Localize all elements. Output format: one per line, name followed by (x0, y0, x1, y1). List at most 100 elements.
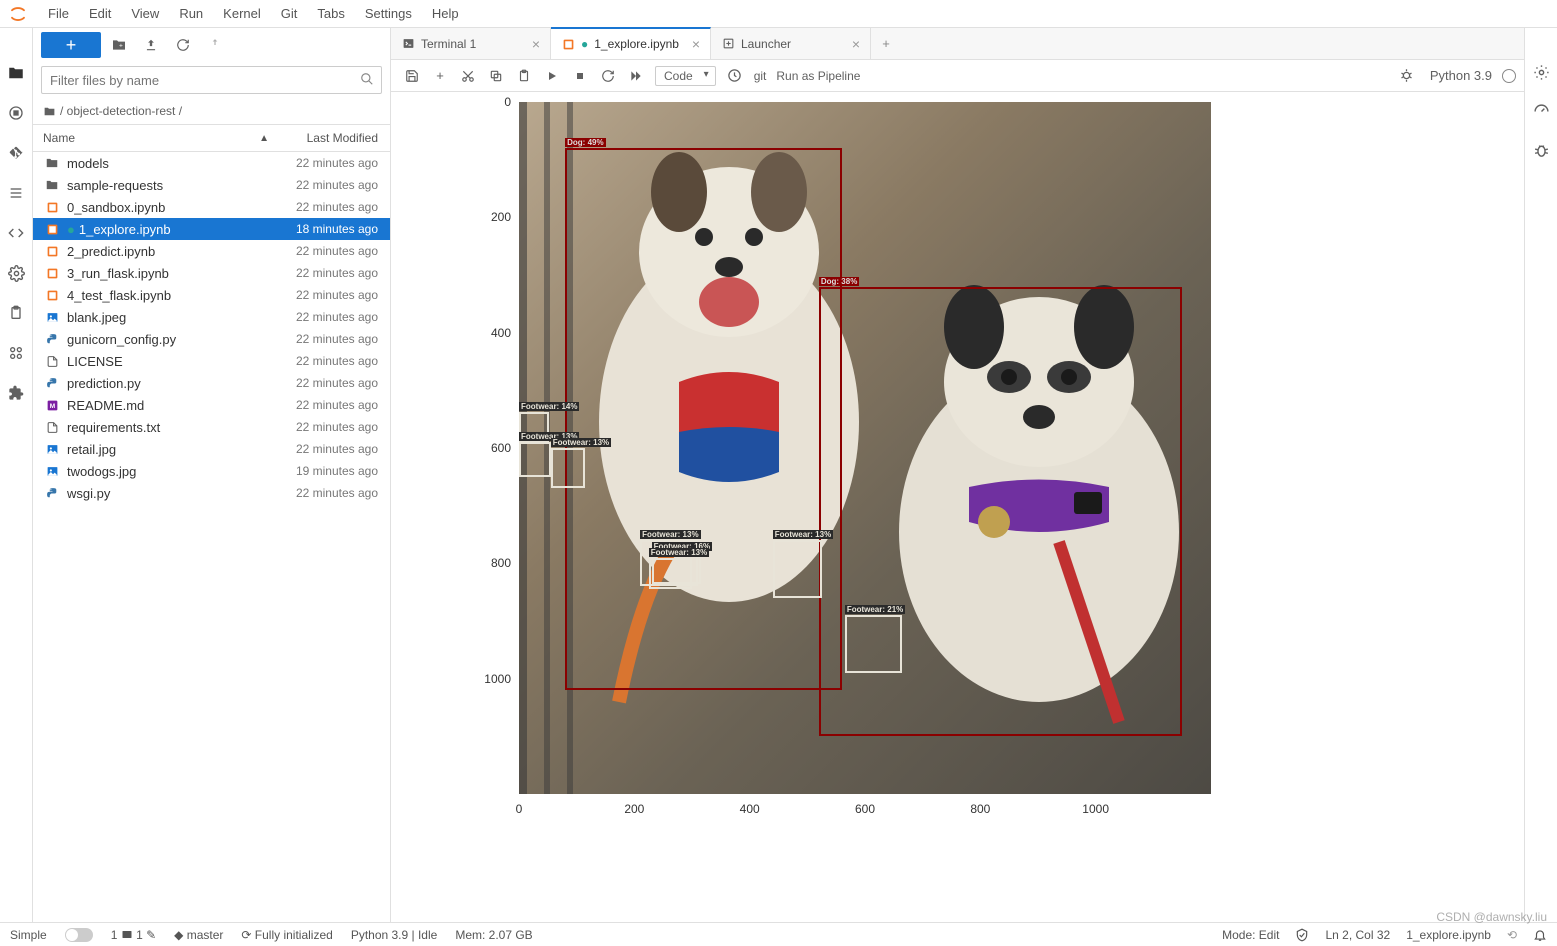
kernel-name[interactable]: Python 3.9 (1430, 68, 1492, 83)
detection-label: Footwear: 13% (551, 438, 611, 447)
file-row[interactable]: models22 minutes ago (33, 152, 390, 174)
new-launcher-button[interactable]: + (41, 32, 101, 58)
paste-icon[interactable] (511, 63, 537, 89)
code-icon[interactable] (7, 224, 25, 242)
x-tick: 200 (624, 802, 644, 816)
cursor-position[interactable]: Ln 2, Col 32 (1325, 928, 1390, 942)
circles-icon[interactable] (7, 344, 25, 362)
breadcrumb[interactable]: / object-detection-rest / (33, 98, 390, 124)
branch-status[interactable]: ◆ master (174, 928, 223, 942)
file-row[interactable]: 3_run_flask.ipynb22 minutes ago (33, 262, 390, 284)
menu-run[interactable]: Run (171, 2, 211, 25)
run-pipeline-button[interactable]: Run as Pipeline (772, 63, 864, 89)
mode-status[interactable]: Mode: Edit (1222, 928, 1279, 942)
stop-icon[interactable] (567, 63, 593, 89)
lsp-status[interactable]: ⟳ Fully initialized (241, 928, 332, 942)
file-modified: 22 minutes ago (275, 486, 390, 500)
search-icon (360, 72, 374, 86)
file-row[interactable]: LICENSE22 minutes ago (33, 350, 390, 372)
file-row[interactable]: gunicorn_config.py22 minutes ago (33, 328, 390, 350)
file-row[interactable]: ●1_explore.ipynb18 minutes ago (33, 218, 390, 240)
save-icon[interactable] (399, 63, 425, 89)
tab-launcher[interactable]: Launcher× (711, 28, 871, 59)
close-icon[interactable]: × (692, 36, 700, 52)
file-name: 0_sandbox.ipynb (67, 200, 275, 215)
file-modified: 22 minutes ago (275, 244, 390, 258)
file-icon (43, 443, 61, 456)
bell-icon[interactable] (1533, 928, 1547, 942)
svg-text:M: M (49, 403, 54, 410)
tab-terminal-1[interactable]: Terminal 1× (391, 28, 551, 59)
menu-edit[interactable]: Edit (81, 2, 119, 25)
add-cell-icon[interactable]: + (427, 63, 453, 89)
file-row[interactable]: sample-requests22 minutes ago (33, 174, 390, 196)
git-label[interactable]: git (750, 63, 771, 89)
simple-toggle[interactable] (65, 928, 93, 942)
menu-settings[interactable]: Settings (357, 2, 420, 25)
add-tab-button[interactable]: + (871, 28, 901, 59)
folder-icon[interactable] (7, 64, 25, 82)
file-row[interactable]: blank.jpeg22 minutes ago (33, 306, 390, 328)
file-row[interactable]: retail.jpg22 minutes ago (33, 438, 390, 460)
trust-icon[interactable] (1295, 928, 1309, 942)
toc-icon[interactable] (7, 184, 25, 202)
upload-icon[interactable] (137, 32, 165, 58)
file-row[interactable]: requirements.txt22 minutes ago (33, 416, 390, 438)
file-row[interactable]: MREADME.md22 minutes ago (33, 394, 390, 416)
file-name: 3_run_flask.ipynb (67, 266, 275, 281)
menu-view[interactable]: View (123, 2, 167, 25)
y-tick: 600 (491, 441, 511, 455)
extension-icon[interactable] (7, 384, 25, 402)
cell-type-select[interactable]: Code (655, 66, 716, 86)
kernel-status[interactable]: Python 3.9 | Idle (351, 928, 438, 942)
bug-icon[interactable] (1394, 63, 1420, 89)
notebook-content[interactable]: 02004006008001000 02004006008001000 (391, 92, 1524, 922)
clipboard-icon[interactable] (7, 304, 25, 322)
file-name: requirements.txt (67, 420, 275, 435)
current-file[interactable]: 1_explore.ipynb (1406, 928, 1491, 942)
copy-icon[interactable] (483, 63, 509, 89)
clock-icon[interactable] (722, 63, 748, 89)
close-icon[interactable]: × (852, 36, 860, 52)
file-row[interactable]: prediction.py22 minutes ago (33, 372, 390, 394)
menu-help[interactable]: Help (424, 2, 467, 25)
detection-box: Footwear: 21% (845, 615, 903, 673)
detection-label: Footwear: 13% (640, 530, 700, 539)
file-row[interactable]: 2_predict.ipynb22 minutes ago (33, 240, 390, 262)
search-input[interactable] (41, 66, 382, 94)
file-row[interactable]: 4_test_flask.ipynb22 minutes ago (33, 284, 390, 306)
git-icon[interactable] (7, 144, 25, 162)
restart-icon[interactable] (595, 63, 621, 89)
debug-icon[interactable] (1533, 142, 1550, 159)
cut-icon[interactable] (455, 63, 481, 89)
terminals-count[interactable]: 1 1 ✎ (111, 928, 156, 942)
file-row[interactable]: wsgi.py22 minutes ago (33, 482, 390, 504)
file-row[interactable]: 0_sandbox.ipynb22 minutes ago (33, 196, 390, 218)
file-name: 2_predict.ipynb (67, 244, 275, 259)
kernel-status-icon[interactable] (1502, 69, 1516, 83)
gear-icon[interactable] (7, 264, 25, 282)
running-icon[interactable] (7, 104, 25, 122)
file-icon (43, 245, 61, 258)
run-icon[interactable] (539, 63, 565, 89)
gauge-icon[interactable] (1533, 103, 1550, 120)
tab-1-explore-ipynb[interactable]: ● 1_explore.ipynb× (551, 27, 711, 59)
sync-mini-icon[interactable]: ⟲ (1507, 928, 1517, 942)
menu-git[interactable]: Git (273, 2, 306, 25)
tab-bar: Terminal 1×● 1_explore.ipynb×Launcher×+ (391, 28, 1524, 60)
refresh-icon[interactable] (169, 32, 197, 58)
close-icon[interactable]: × (532, 36, 540, 52)
memory-status[interactable]: Mem: 2.07 GB (455, 928, 532, 942)
menu-kernel[interactable]: Kernel (215, 2, 269, 25)
property-inspector-icon[interactable] (1533, 64, 1550, 81)
col-name[interactable]: Name ▲ (33, 131, 275, 145)
col-modified[interactable]: Last Modified (275, 131, 390, 145)
menu-tabs[interactable]: Tabs (309, 2, 352, 25)
tab-icon (401, 37, 415, 51)
new-folder-icon[interactable]: + (105, 32, 133, 58)
file-row[interactable]: twodogs.jpg19 minutes ago (33, 460, 390, 482)
git-pull-icon[interactable] (201, 32, 229, 58)
menu-file[interactable]: File (40, 2, 77, 25)
status-bar: Simple 1 1 ✎ ◆ master ⟳ Fully initialize… (0, 922, 1557, 946)
run-all-icon[interactable] (623, 63, 649, 89)
